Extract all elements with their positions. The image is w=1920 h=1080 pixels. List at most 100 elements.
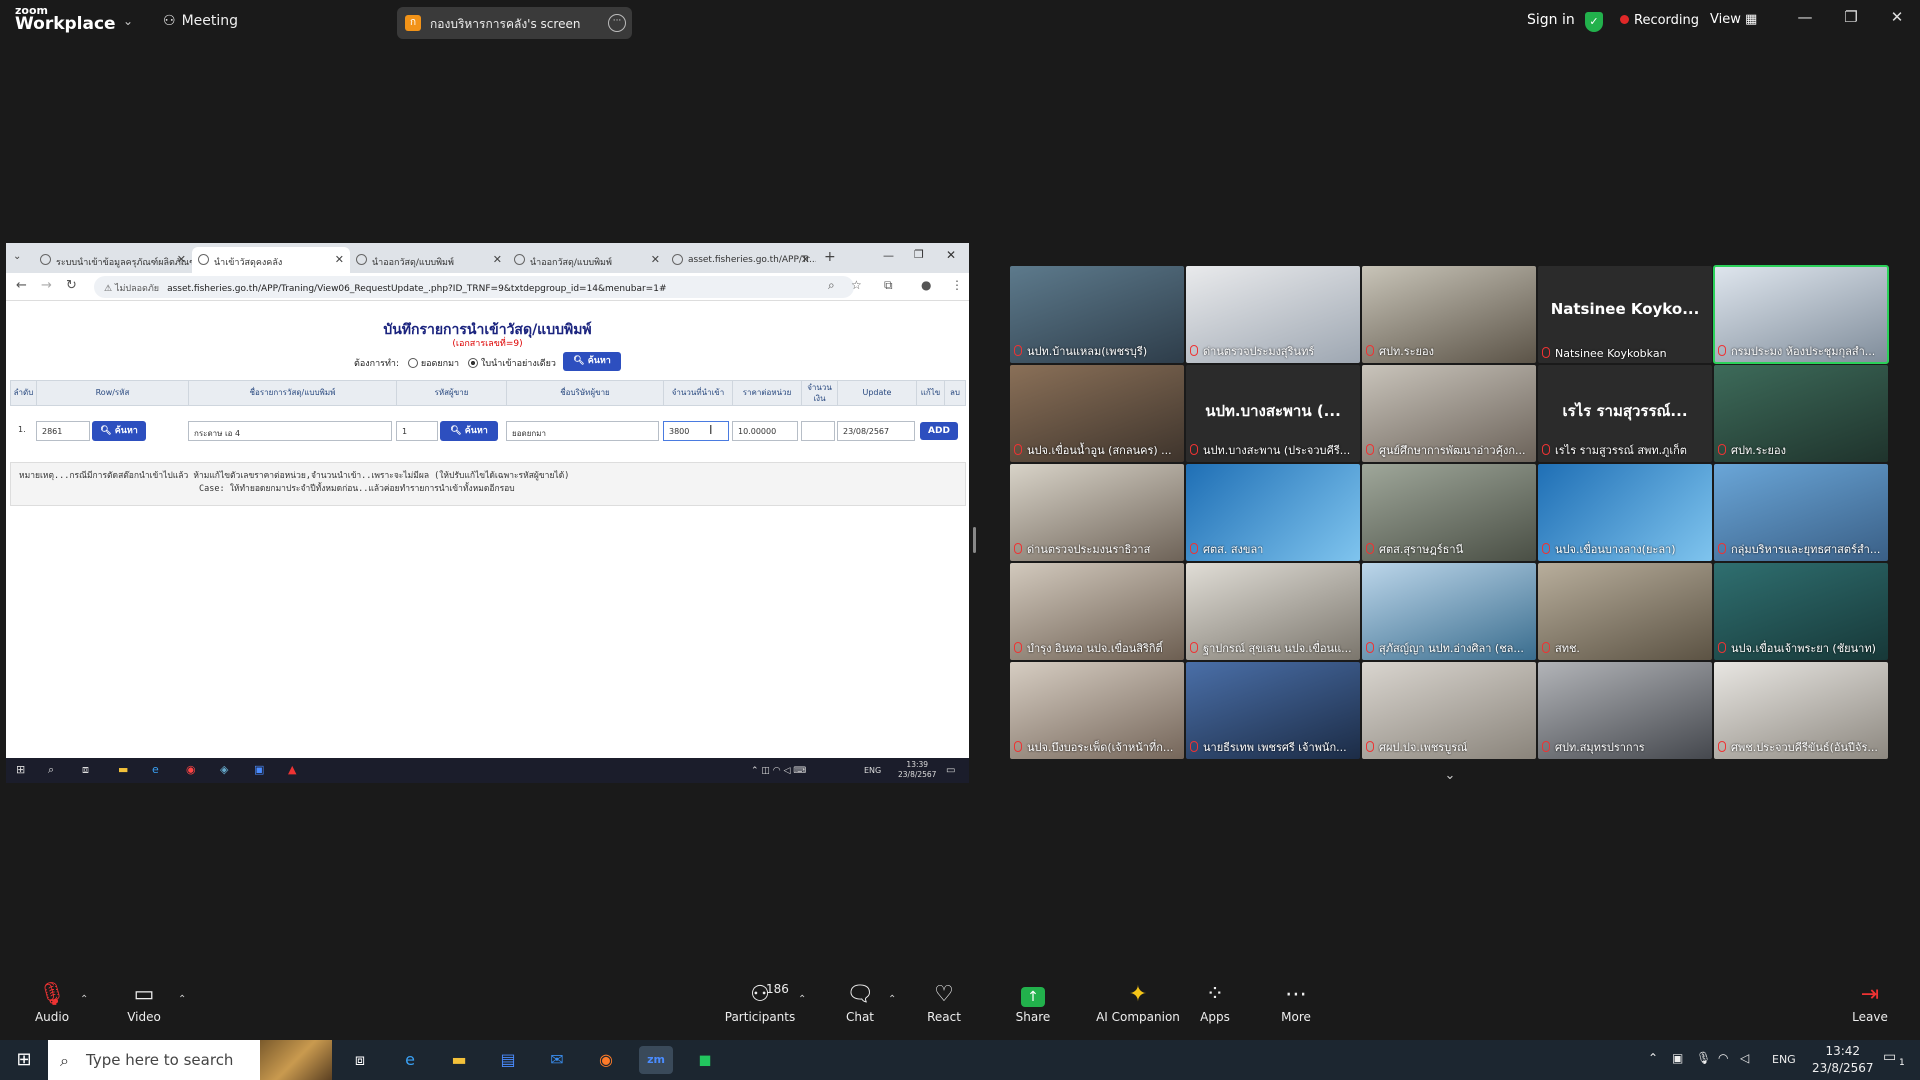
chrome-icon[interactable]: ◉ [186, 763, 196, 776]
microphone-icon[interactable]: 🎙︎ [1696, 1051, 1711, 1065]
share-screen-button[interactable]: ↑ Share [993, 980, 1073, 1024]
browser-tab[interactable]: asset.fisheries.go.th/APP/Tr... ✕ [666, 247, 816, 273]
recording-indicator[interactable]: Recording [1620, 13, 1699, 28]
system-tray-icons[interactable]: ⌃ ◫ ◠ ◁ ⌨ [751, 766, 806, 776]
close-tab-icon[interactable]: ✕ [801, 253, 810, 266]
quantity-input[interactable]: 3800 [663, 421, 729, 441]
forward-icon[interactable]: → [41, 278, 52, 293]
participant-tile[interactable]: กลุ่มบริหารและยุทธศาสตร์สำ... [1714, 464, 1888, 561]
app-icon[interactable]: ◈ [220, 763, 228, 776]
unit-price-input[interactable]: 10.00000 [732, 421, 798, 441]
microsoft-store-icon[interactable]: ▤ [491, 1046, 525, 1074]
participant-tile[interactable]: ด่านตรวจประมงนราธิวาส [1010, 464, 1184, 561]
vendor-code-input[interactable]: 1 [396, 421, 438, 441]
task-view-icon[interactable]: ⧈ [343, 1046, 377, 1074]
search-button[interactable]: 🔍︎ ค้นหา [563, 352, 621, 371]
reload-icon[interactable]: ↻ [66, 278, 77, 293]
zoom-app-icon[interactable]: ▣ [254, 763, 264, 776]
item-search-button[interactable]: 🔍︎ ค้นหา [92, 421, 146, 441]
update-date-input[interactable]: 23/08/2567 [837, 421, 915, 441]
vendor-name-input[interactable]: ยอดยกมา [506, 421, 659, 441]
participant-tile[interactable]: เรไร รามสุวรรณ์... เรไร รามสูวรรณ์ สพท.ภู… [1538, 365, 1712, 462]
meeting-menu[interactable]: ⚇ Meeting [163, 13, 238, 29]
participants-button[interactable]: ⚇ 186 Participants [710, 980, 810, 1024]
audio-options-chevron-icon[interactable]: ⌃ [80, 994, 88, 1005]
close-icon[interactable]: ✕ [946, 248, 956, 262]
participant-tile[interactable]: ศปท.สมุทรปราการ [1538, 662, 1712, 759]
zoom-app-icon[interactable]: zm [639, 1046, 673, 1074]
url-field[interactable]: ⚠ ไม่ปลอดภัย asset.fisheries.go.th/APP/Tr… [94, 276, 854, 298]
meet-now-icon[interactable]: ▣ [1672, 1051, 1683, 1065]
back-icon[interactable]: ← [16, 278, 27, 293]
leave-button[interactable]: ⇥ Leave [1830, 980, 1910, 1024]
restore-icon[interactable]: ❐ [914, 248, 924, 261]
react-button[interactable]: ♡ React [904, 980, 984, 1024]
split-resize-handle[interactable] [973, 527, 976, 553]
file-explorer-icon[interactable]: ▬ [118, 763, 128, 776]
participant-tile[interactable]: สทช. [1538, 563, 1712, 660]
notification-center-icon[interactable]: ▭ [1883, 1049, 1896, 1065]
show-hidden-icons-chevron-icon[interactable]: ⌃ [1648, 1051, 1658, 1065]
participants-options-chevron-icon[interactable]: ⌃ [798, 994, 806, 1005]
radio-carried-forward[interactable] [407, 358, 418, 368]
language-indicator[interactable]: ENG [864, 766, 881, 775]
close-tab-icon[interactable]: ✕ [335, 253, 344, 266]
participant-tile[interactable]: สุภัสญ์ญา นปท.อ่างศิลา (ชล... [1362, 563, 1536, 660]
participant-tile-active-speaker[interactable]: กรมประมง ห้องประชุมกุลสำ... [1713, 265, 1889, 364]
task-view-icon[interactable]: ⧈ [82, 763, 89, 777]
radio-import-only[interactable] [467, 358, 478, 368]
browser-tab[interactable]: ระบบนำเข้าข้อมูลครุภัณฑ์ผลิตภัณฑ์ฯ ✕ [34, 247, 192, 273]
participant-tile[interactable]: ศปท.ระยอง [1362, 266, 1536, 363]
vendor-search-button[interactable]: 🔍︎ ค้นหา [440, 421, 498, 441]
restore-icon[interactable]: ❐ [1836, 8, 1866, 26]
edge-browser-icon[interactable]: e [152, 763, 159, 776]
participant-tile[interactable]: นปท.บ้านแหลม(เพชรบุรี) [1010, 266, 1184, 363]
edge-browser-icon[interactable]: e [393, 1046, 427, 1074]
browser-menu-icon[interactable]: ⋮ [951, 278, 963, 292]
tab-list-chevron-icon[interactable]: ⌄ [13, 251, 21, 262]
apps-button[interactable]: ⁘ Apps [1175, 980, 1255, 1024]
file-explorer-icon[interactable]: ▬ [442, 1046, 476, 1074]
minimize-icon[interactable]: — [1790, 8, 1820, 26]
participant-tile[interactable]: นปจ.บึงบอระเพ็ด(เจ้าหน้าที่ก... [1010, 662, 1184, 759]
browser-tab[interactable]: นำออกวัสดุ/แบบพิมพ์ ✕ [350, 247, 508, 273]
windows-start-icon[interactable]: ⊞ [7, 1046, 41, 1074]
participant-tile[interactable]: ด่านตรวจประมงสุรินทร์ [1186, 266, 1360, 363]
participant-tile[interactable]: นปจ.เขื่อนเจ้าพระยา (ชัยนาท) [1714, 563, 1888, 660]
close-tab-icon[interactable]: ✕ [651, 253, 660, 266]
participant-tile[interactable]: ศตส.สุราษฎร์ธานี [1362, 464, 1536, 561]
participant-tile[interactable]: ศตส. สงขลา [1186, 464, 1360, 561]
bookmark-star-icon[interactable]: ☆ [851, 278, 862, 292]
view-button[interactable]: View ▦ [1710, 12, 1757, 27]
windows-start-icon[interactable]: ⊞ [16, 763, 25, 776]
speaker-icon[interactable]: ◁ [1740, 1051, 1749, 1065]
participant-tile[interactable]: ฐาปกรณ์ สุขเสน นปจ.เขื่อนแ... [1186, 563, 1360, 660]
add-button[interactable]: ADD [920, 422, 958, 440]
item-code-input[interactable]: 2861 [36, 421, 90, 441]
gallery-next-page-icon[interactable]: ⌄ [1439, 768, 1461, 783]
not-secure-warning[interactable]: ⚠ ไม่ปลอดภัย [104, 284, 159, 294]
more-options-icon[interactable]: ··· [608, 14, 626, 32]
profile-avatar-icon[interactable]: ● [921, 278, 931, 292]
remote-clock[interactable]: 13:39 23/8/2567 [898, 760, 936, 780]
notification-icon[interactable]: ▭ [946, 765, 955, 776]
sign-in-button[interactable]: Sign in [1527, 12, 1575, 28]
item-name-input[interactable]: กระดาษ เอ 4 [188, 421, 392, 441]
pdf-reader-icon[interactable]: ▲ [288, 763, 296, 776]
shield-check-icon[interactable]: ✓ [1585, 12, 1603, 32]
screen-share-indicator[interactable]: ก กองบริหารการคลัง's screen ··· [397, 7, 632, 39]
close-icon[interactable]: ✕ [1882, 8, 1912, 26]
participant-tile[interactable]: บำรุง อินทอ นปจ.เขื่อนสิริกิติ์ [1010, 563, 1184, 660]
participant-tile[interactable]: ศูนย์ศึกษาการพัฒนาอ่าวคุ้งก... [1362, 365, 1536, 462]
system-clock[interactable]: 13:42 23/8/2567 [1812, 1043, 1874, 1077]
participant-tile[interactable]: Natsinee Koyko... Natsinee Koykobkan [1538, 266, 1712, 363]
participant-tile[interactable]: นายธีรเทพ เพชรศรี เจ้าพนัก... [1186, 662, 1360, 759]
browser-tab-active[interactable]: นำเข้าวัสดุคงคลัง ✕ [192, 247, 350, 273]
chat-options-chevron-icon[interactable]: ⌃ [888, 994, 896, 1005]
mail-icon[interactable]: ✉ [540, 1046, 574, 1074]
close-tab-icon[interactable]: ✕ [177, 253, 186, 266]
search-icon[interactable]: ⌕ [48, 763, 54, 777]
participant-tile[interactable]: ศพช.ประจวบคีรีขันธ์(อันปีจัร... [1714, 662, 1888, 759]
zoom-icon[interactable]: ⌕ [828, 278, 835, 293]
participant-tile[interactable]: ศปท.ระยอง [1714, 365, 1888, 462]
